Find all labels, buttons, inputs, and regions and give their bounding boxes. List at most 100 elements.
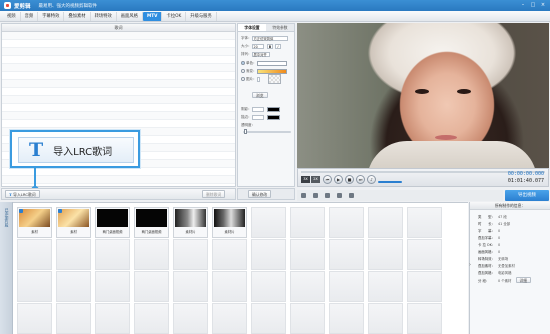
lyric-row[interactable] xyxy=(2,72,235,80)
zoom-3x-button[interactable]: 3X xyxy=(301,176,310,183)
lyric-row[interactable] xyxy=(2,40,235,48)
menu-subtitle-effects[interactable]: 字幕特效 xyxy=(38,11,65,21)
menu-upgrade-service[interactable]: 升级与服务 xyxy=(186,11,217,21)
lyric-row[interactable] xyxy=(2,88,235,96)
clip-thumbnail[interactable]: 素材 xyxy=(56,207,91,238)
bold-button[interactable]: B xyxy=(266,43,273,49)
empty-clip-slot[interactable] xyxy=(329,239,364,270)
lyric-row[interactable] xyxy=(2,48,235,56)
import-lrc-button[interactable]: T 导入LRC歌词 xyxy=(5,190,40,198)
video-preview[interactable] xyxy=(297,23,549,168)
browse-image-button[interactable]: 浏览 xyxy=(252,92,268,98)
empty-clip-slot[interactable] xyxy=(134,271,169,302)
empty-clip-slot[interactable] xyxy=(212,303,247,334)
italic-button[interactable]: I xyxy=(274,43,281,49)
lyric-row[interactable] xyxy=(2,120,235,128)
empty-clip-slot[interactable] xyxy=(173,303,208,334)
font-select[interactable]: 方正仿宋简体 xyxy=(251,35,288,41)
empty-clip-slot[interactable] xyxy=(290,271,325,302)
open-icon[interactable] xyxy=(313,193,318,198)
empty-clip-slot[interactable] xyxy=(173,271,208,302)
play-icon[interactable]: ▶ xyxy=(334,175,343,184)
menu-overlay[interactable]: 叠加素材 xyxy=(64,11,91,21)
opacity-slider[interactable] xyxy=(243,129,291,134)
lyric-row[interactable] xyxy=(2,80,235,88)
stop-icon[interactable]: ■ xyxy=(345,175,354,184)
solid-color-radio[interactable] xyxy=(241,61,245,65)
menu-mtv[interactable]: MTV xyxy=(142,11,163,21)
clip-thumbnail[interactable]: 两门桌面视频 xyxy=(134,207,169,238)
empty-clip-slot[interactable] xyxy=(56,239,91,270)
empty-clip-slot[interactable] xyxy=(134,239,169,270)
gradient-radio[interactable] xyxy=(241,69,245,73)
shadow-select[interactable] xyxy=(251,106,264,112)
lyric-row[interactable] xyxy=(2,112,235,120)
empty-clip-slot[interactable] xyxy=(407,303,442,334)
empty-clip-slot[interactable] xyxy=(368,207,403,238)
empty-clip-slot[interactable] xyxy=(95,271,130,302)
empty-clip-slot[interactable] xyxy=(17,303,52,334)
clip-thumbnail[interactable]: 两门桌面视频 xyxy=(95,207,130,238)
clip-thumbnail[interactable]: 素材 xyxy=(17,207,52,238)
opacity-slider-knob[interactable] xyxy=(244,129,247,134)
empty-clip-slot[interactable] xyxy=(368,239,403,270)
empty-clip-slot[interactable] xyxy=(251,303,286,334)
prev-frame-icon[interactable]: ⏮ xyxy=(323,175,332,184)
lyric-row[interactable] xyxy=(2,176,235,184)
empty-clip-slot[interactable] xyxy=(368,271,403,302)
size-select[interactable]: 20 xyxy=(251,43,264,49)
menu-audio[interactable]: 音频 xyxy=(21,11,39,21)
stroke-select[interactable] xyxy=(251,114,264,120)
stroke-color-swatch[interactable] xyxy=(266,114,280,120)
empty-clip-slot[interactable] xyxy=(56,303,91,334)
empty-clip-slot[interactable] xyxy=(56,271,91,302)
empty-clip-slot[interactable] xyxy=(17,271,52,302)
menu-picture-style[interactable]: 画面风格 xyxy=(117,11,143,21)
empty-clip-slot[interactable] xyxy=(134,303,169,334)
save-as-icon[interactable] xyxy=(337,193,342,198)
menu-karaoke[interactable]: 卡拉OK xyxy=(162,11,187,21)
lyric-row[interactable] xyxy=(2,168,235,176)
details-button[interactable]: 详细 xyxy=(515,277,532,283)
menu-video[interactable]: 视频 xyxy=(3,11,21,21)
empty-clip-slot[interactable] xyxy=(212,239,247,270)
empty-clip-slot[interactable] xyxy=(407,271,442,302)
empty-clip-slot[interactable] xyxy=(251,271,286,302)
lyric-row[interactable] xyxy=(2,64,235,72)
align-select[interactable]: 居中对齐 xyxy=(251,51,270,57)
empty-clip-slot[interactable] xyxy=(368,303,403,334)
confirm-edit-button[interactable]: 确认修改 xyxy=(248,190,272,198)
delete-lyric-button[interactable]: 删除歌词 xyxy=(202,190,226,198)
empty-clip-slot[interactable] xyxy=(212,271,247,302)
maximize-button[interactable]: □ xyxy=(530,2,536,8)
empty-clip-slot[interactable] xyxy=(407,207,442,238)
empty-clip-slot[interactable] xyxy=(329,207,364,238)
collapse-arrow-icon[interactable]: › xyxy=(469,262,473,270)
zoom-2x-button[interactable]: 2X xyxy=(311,176,320,183)
clip-thumbnail[interactable]: 素材片 xyxy=(212,207,247,238)
empty-clip-slot[interactable] xyxy=(290,207,325,238)
gradient-swatch[interactable] xyxy=(256,68,287,74)
lyric-row[interactable] xyxy=(2,96,235,104)
share-icon[interactable] xyxy=(349,193,354,198)
next-frame-icon[interactable]: ⏭ xyxy=(356,175,365,184)
empty-clip-slot[interactable] xyxy=(17,239,52,270)
storyboard-tab[interactable]: 已添加片段 xyxy=(0,202,13,334)
empty-clip-slot[interactable] xyxy=(329,271,364,302)
image-radio[interactable] xyxy=(241,77,245,81)
lyric-row[interactable] xyxy=(2,104,235,112)
empty-clip-slot[interactable] xyxy=(251,207,286,238)
solid-color-swatch[interactable] xyxy=(256,60,287,66)
image-dropdown[interactable] xyxy=(256,76,260,82)
empty-clip-slot[interactable] xyxy=(290,303,325,334)
folder-icon[interactable] xyxy=(301,193,306,198)
empty-clip-slot[interactable] xyxy=(329,303,364,334)
empty-clip-slot[interactable] xyxy=(95,239,130,270)
close-button[interactable]: × xyxy=(540,2,546,8)
export-video-button[interactable]: 导出视频 xyxy=(505,190,549,201)
save-icon[interactable] xyxy=(325,193,330,198)
empty-clip-slot[interactable] xyxy=(173,239,208,270)
tab-font-settings[interactable]: 字体设置 xyxy=(238,24,266,31)
empty-clip-slot[interactable] xyxy=(290,239,325,270)
volume-icon[interactable]: ♪ xyxy=(367,175,376,184)
